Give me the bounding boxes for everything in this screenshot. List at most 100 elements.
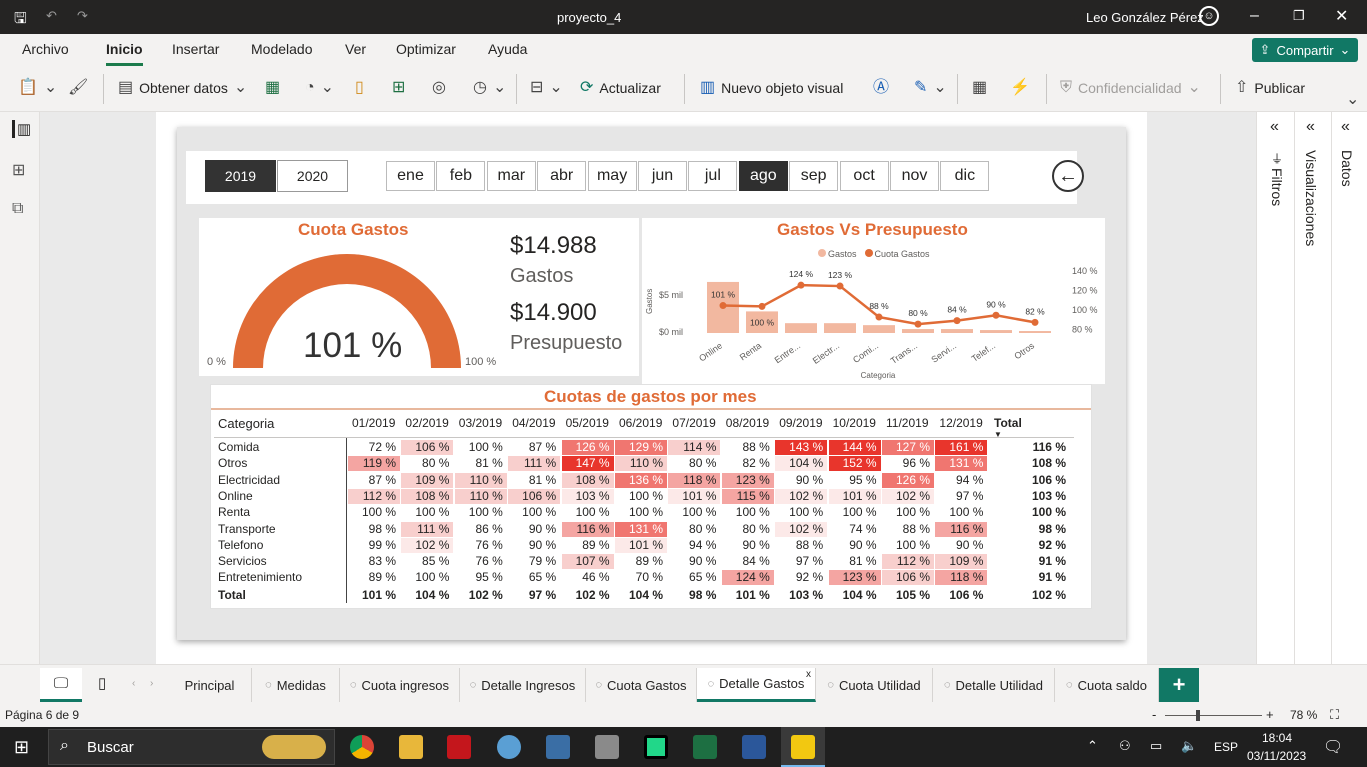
matrix-cell[interactable]: 94 % xyxy=(668,537,721,553)
matrix-cell[interactable]: 95 % xyxy=(454,570,507,586)
matrix-cell[interactable]: 104 % xyxy=(775,456,828,472)
month-slicer-oct[interactable]: oct xyxy=(839,161,889,191)
matrix-cell[interactable]: 102 % xyxy=(775,521,828,537)
matrix-cell[interactable]: 81 % xyxy=(508,472,561,488)
matrix-cell[interactable]: 100 % xyxy=(935,505,988,521)
matrix-cell[interactable]: 90 % xyxy=(935,537,988,553)
matrix-cell[interactable]: 131 % xyxy=(615,521,667,537)
matrix-cell[interactable]: 100 % xyxy=(668,505,721,521)
matrix-cell[interactable]: 100 % xyxy=(828,505,881,521)
fit-page-icon[interactable]: ⛶ xyxy=(1330,707,1339,723)
matrix-cell[interactable]: 114 % xyxy=(668,440,721,455)
matrix-cell[interactable]: 86 % xyxy=(454,521,507,537)
matrix-cell[interactable]: 161 % xyxy=(935,440,988,455)
matrix-cell[interactable]: 101 % xyxy=(615,537,667,553)
matrix-cell[interactable]: 94 % xyxy=(935,472,988,488)
matrix-cell[interactable]: 116 % xyxy=(935,521,988,537)
next-page-icon[interactable]: › xyxy=(150,678,153,689)
matrix-cell[interactable]: 106 % xyxy=(508,488,561,504)
matrix-cell[interactable]: 100 % xyxy=(882,505,934,521)
matrix-header-04-2019[interactable]: 04/2019 xyxy=(512,416,555,430)
battery-icon[interactable]: ▭ xyxy=(1150,738,1162,754)
word-icon[interactable] xyxy=(742,735,766,759)
new-visual-button[interactable]: ▥ Nuevo objeto visual xyxy=(700,80,843,97)
filters-label[interactable]: Filtros xyxy=(1269,168,1285,206)
matrix-cell[interactable]: 126 % xyxy=(561,440,614,455)
matrix-cell[interactable]: 79 % xyxy=(508,554,561,570)
year-slicer-2019[interactable]: 2019 xyxy=(205,160,276,192)
matrix-cell[interactable]: 90 % xyxy=(508,537,561,553)
collapse-data-icon[interactable]: « xyxy=(1341,118,1350,136)
tab-cuota-saldo[interactable]: ◌ Cuota saldo xyxy=(1055,668,1159,702)
matrix-header-08-2019[interactable]: 08/2019 xyxy=(726,416,769,430)
menu-ayuda[interactable]: Ayuda xyxy=(488,41,527,57)
paste-button[interactable]: 📋 ⌄ xyxy=(18,80,57,96)
avatar[interactable]: ☺ xyxy=(1199,6,1219,26)
collapse-visualizations-icon[interactable]: « xyxy=(1306,118,1315,136)
matrix-cell[interactable]: 100 % xyxy=(882,537,934,553)
matrix-cell[interactable]: 111 % xyxy=(401,521,454,537)
close-icon[interactable]: ✕ xyxy=(1335,6,1348,26)
matrix-cell[interactable]: 102 % xyxy=(775,488,828,504)
month-slicer-jun[interactable]: jun xyxy=(638,161,687,191)
menu-ver[interactable]: Ver xyxy=(345,41,366,57)
matrix-cell[interactable]: 80 % xyxy=(401,456,454,472)
paint-icon[interactable] xyxy=(497,735,521,759)
matrix-cell[interactable]: 90 % xyxy=(508,521,561,537)
matrix-cell[interactable]: 81 % xyxy=(828,554,881,570)
menu-optimizar[interactable]: Optimizar xyxy=(396,41,456,57)
matrix-header-category[interactable]: Categoria xyxy=(218,416,274,431)
matrix-cell[interactable]: 131 % xyxy=(935,456,988,472)
powerbi-icon[interactable] xyxy=(791,735,815,759)
matrix-header-09-2019[interactable]: 09/2019 xyxy=(779,416,822,430)
tab-cuota-utilidad[interactable]: ◌ Cuota Utilidad xyxy=(816,668,933,702)
matrix-cell[interactable]: 87 % xyxy=(508,440,561,455)
collapse-ribbon-button[interactable]: ⌄ xyxy=(1346,92,1359,108)
matrix-cell[interactable]: 92 % xyxy=(775,570,828,586)
tab-detalle-gastos[interactable]: ◌ Detalle Gastos x xyxy=(697,668,816,702)
tab-detalle-ingresos[interactable]: ◌ Detalle Ingresos xyxy=(460,668,586,702)
matrix-cell[interactable]: 81 % xyxy=(454,456,507,472)
matrix-header-12-2019[interactable]: 12/2019 xyxy=(939,416,982,430)
tab-cuota-gastos[interactable]: ◌ Cuota Gastos xyxy=(586,668,697,702)
refresh-button[interactable]: ⟳ Actualizar xyxy=(580,80,661,97)
zoom-slider-thumb[interactable] xyxy=(1196,710,1200,721)
matrix-cell[interactable]: 111 % xyxy=(508,456,561,472)
sql-button[interactable]: ▯ xyxy=(355,80,364,96)
matrix-cell[interactable]: 100 % xyxy=(615,488,667,504)
matrix-cell[interactable]: 98 % xyxy=(348,521,400,537)
matrix-cell[interactable]: 100 % xyxy=(401,505,454,521)
minimize-icon[interactable]: – xyxy=(1250,7,1259,25)
menu-archivo[interactable]: Archivo xyxy=(22,41,69,57)
matrix-cell[interactable]: 100 % xyxy=(401,570,454,586)
matrix-cell[interactable]: 110 % xyxy=(615,456,667,472)
matrix-cell[interactable]: 80 % xyxy=(668,456,721,472)
matrix-cell[interactable]: 72 % xyxy=(348,440,400,455)
matrix-cell[interactable]: 84 % xyxy=(721,554,774,570)
meet-now-icon[interactable]: ⚇ xyxy=(1119,738,1131,754)
excel-button[interactable]: ▦ xyxy=(265,80,280,96)
save-icon[interactable]: 🖫 xyxy=(14,8,27,33)
matrix-cell[interactable]: 119 % xyxy=(348,456,400,472)
report-view-icon[interactable]: ▥ xyxy=(12,120,31,138)
matrix-cell[interactable]: 95 % xyxy=(828,472,881,488)
matrix-cell[interactable]: 100 % xyxy=(348,505,400,521)
recent-sources-button[interactable]: ◷ ⌄ xyxy=(473,80,506,96)
matrix-cell[interactable]: 90 % xyxy=(668,554,721,570)
matrix-cell[interactable]: 100 % xyxy=(454,505,507,521)
matrix-cell[interactable]: 144 % xyxy=(828,440,881,455)
matrix-cell[interactable]: 97 % xyxy=(935,488,988,504)
matrix-header-03-2019[interactable]: 03/2019 xyxy=(459,416,502,430)
matrix-cell[interactable]: 83 % xyxy=(348,554,400,570)
matrix-cell[interactable]: 82 % xyxy=(721,456,774,472)
visualizations-label[interactable]: Visualizaciones xyxy=(1303,150,1319,246)
zoom-slider-track[interactable] xyxy=(1165,715,1262,716)
matrix-cell[interactable]: 97 % xyxy=(775,554,828,570)
matrix-cell[interactable]: 123 % xyxy=(721,472,774,488)
close-tab-icon[interactable]: x xyxy=(806,669,811,680)
matrix-cell[interactable]: 65 % xyxy=(668,570,721,586)
sensitivity-button[interactable]: ⛨ Confidencialidad ⌄ xyxy=(1060,80,1201,97)
matrix-cell[interactable]: 100 % xyxy=(508,505,561,521)
dataverse-button[interactable]: ◎ xyxy=(432,80,446,96)
matrix-cell[interactable]: 103 % xyxy=(561,488,614,504)
